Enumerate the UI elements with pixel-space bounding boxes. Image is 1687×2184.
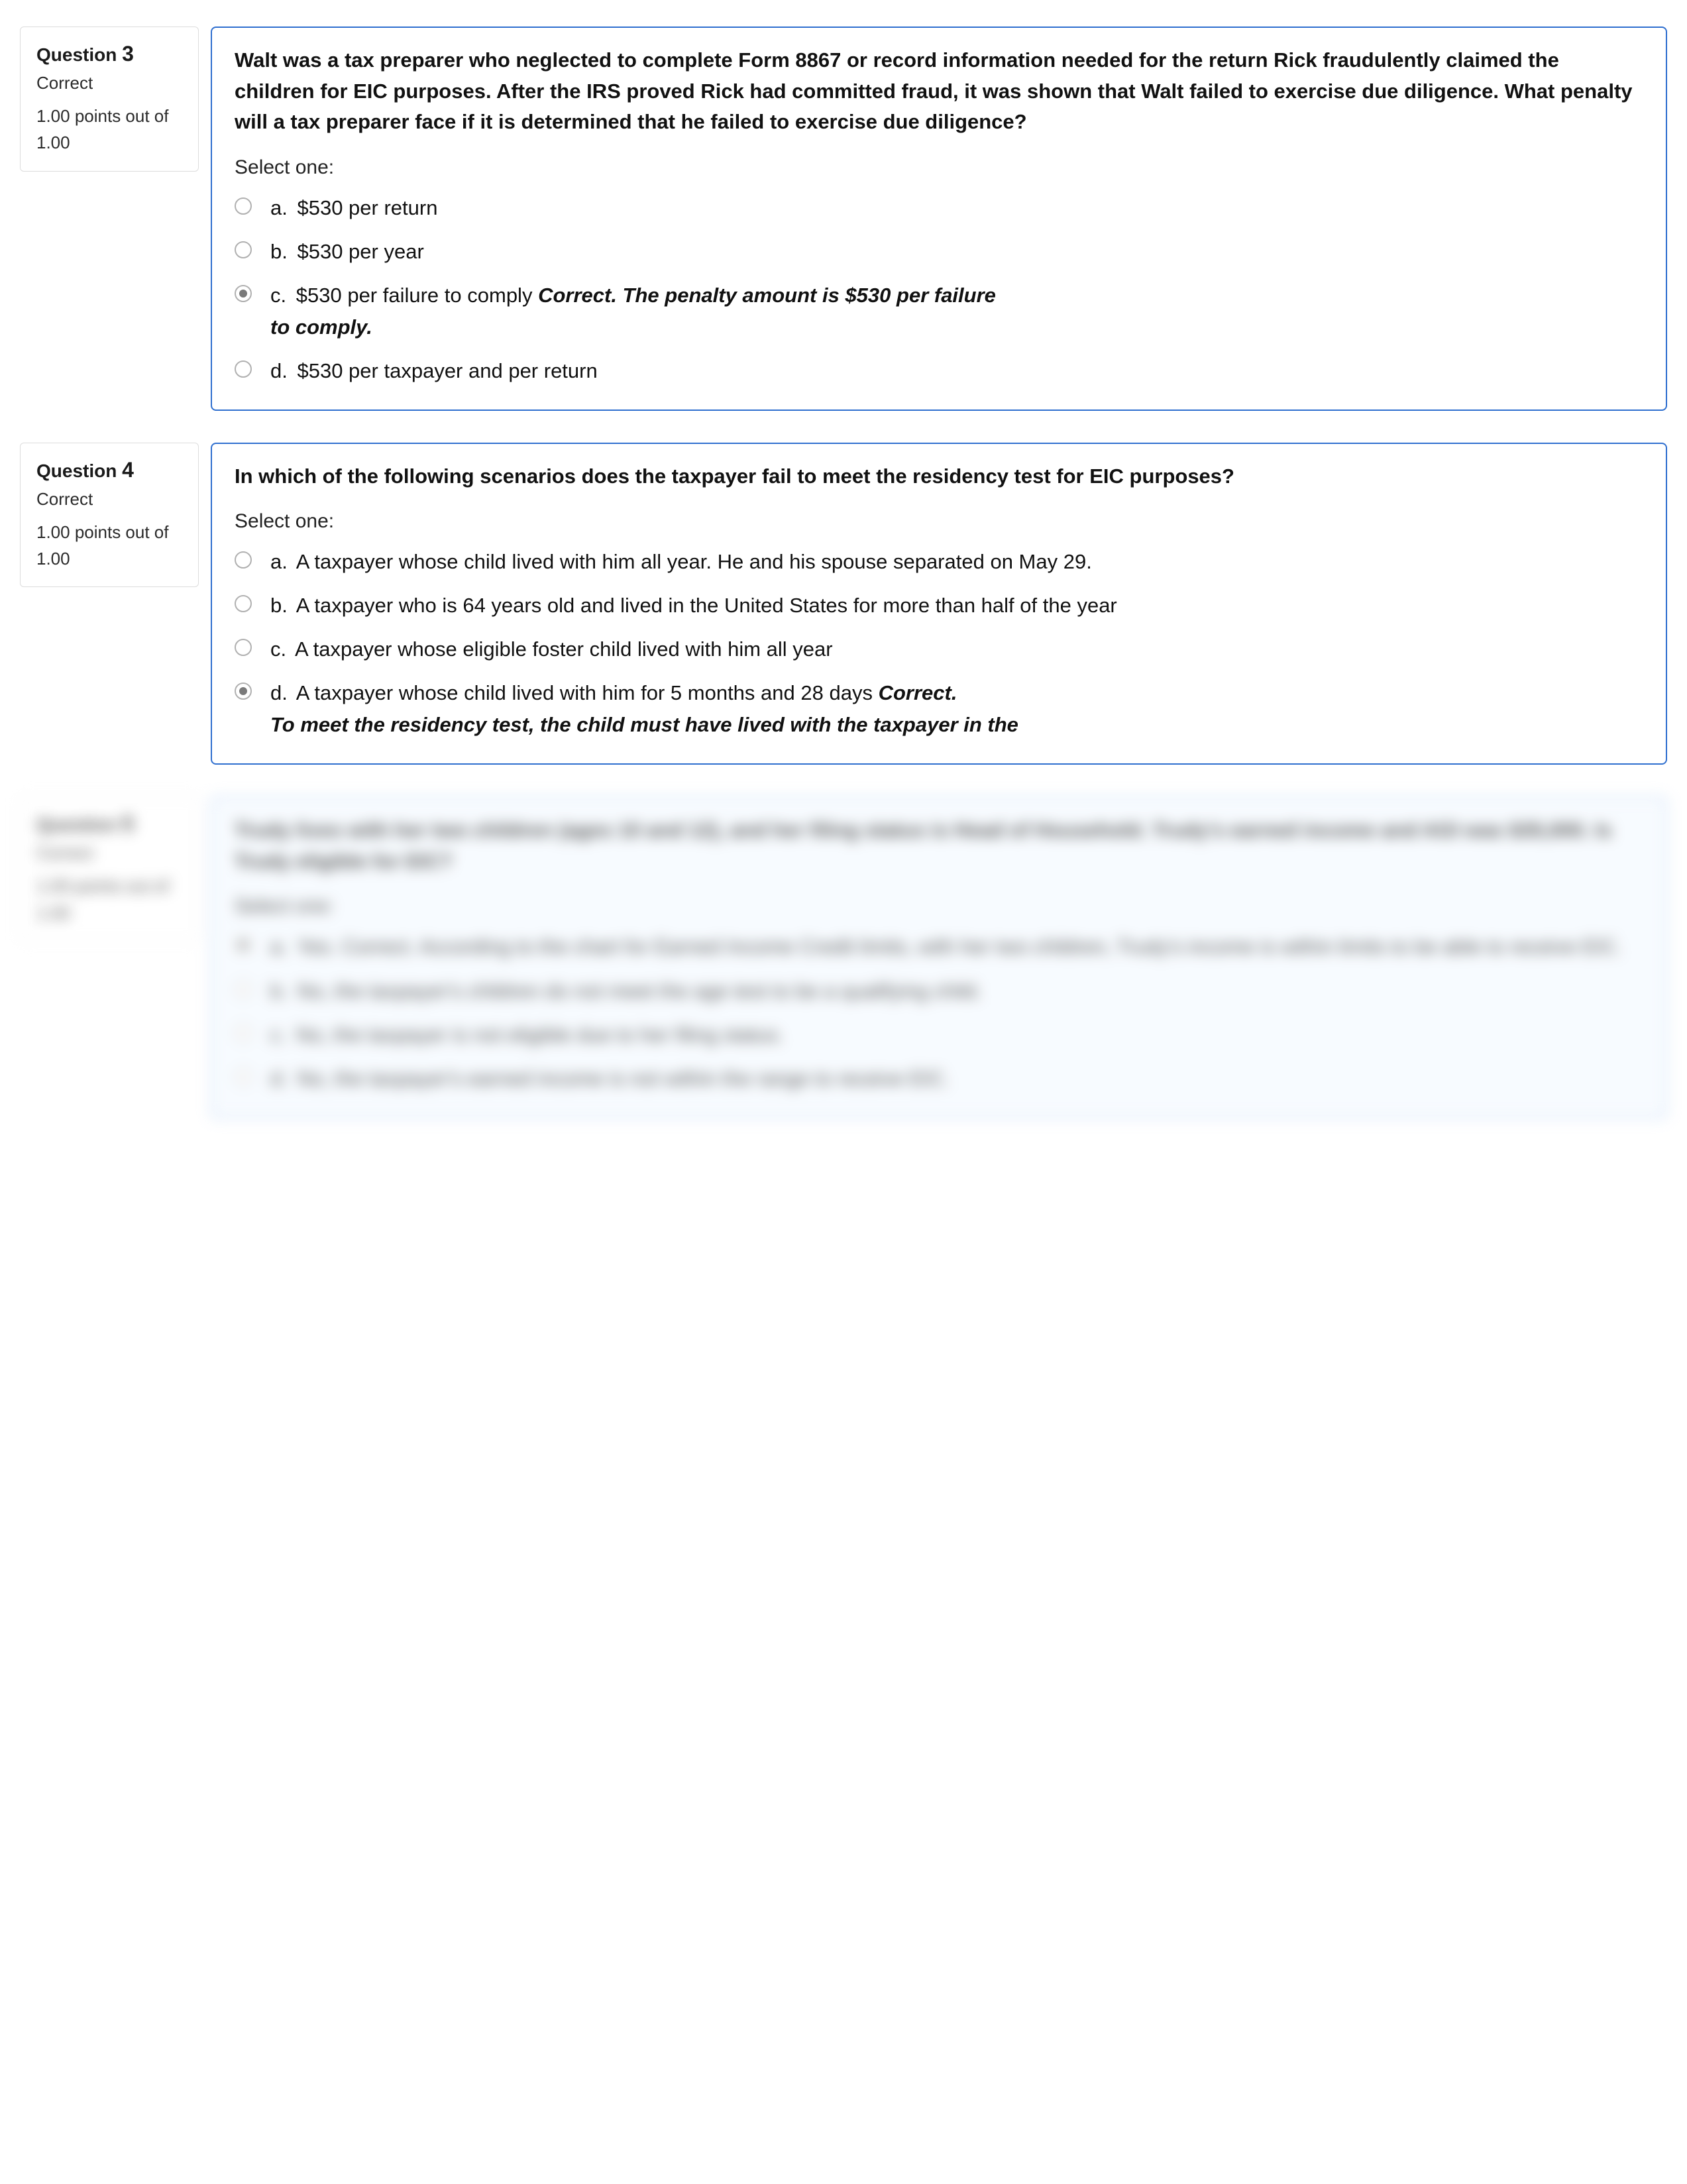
question-4-block: Question 4 Correct 1.00 points out of 1.… bbox=[20, 443, 1667, 765]
question-grade: 1.00 points out of 1.00 bbox=[36, 873, 182, 926]
answer-text: Yes. Correct. According to the chart for… bbox=[297, 935, 1622, 958]
answer-label: d. bbox=[270, 1067, 288, 1090]
answer-b[interactable]: b. $530 per year bbox=[235, 236, 1643, 268]
question-number-label: Question bbox=[36, 814, 117, 835]
answer-body: b. A taxpayer who is 64 years old and li… bbox=[270, 590, 1643, 622]
question-number-label: Question bbox=[36, 44, 117, 65]
answer-body: a. Yes. Correct. According to the chart … bbox=[270, 931, 1643, 963]
answer-text: A taxpayer whose child lived with him al… bbox=[296, 550, 1092, 573]
answer-a[interactable]: a. $530 per return bbox=[235, 192, 1643, 224]
question-number-value: 3 bbox=[122, 42, 134, 66]
answer-body: d. No, the taxpayer's earned income is n… bbox=[270, 1063, 1643, 1095]
question-stem: Walt was a tax preparer who neglected to… bbox=[235, 45, 1643, 138]
select-one-prompt: Select one: bbox=[235, 156, 1643, 179]
question-3-block: Question 3 Correct 1.00 points out of 1.… bbox=[20, 27, 1667, 411]
answer-text: A taxpayer whose child lived with him fo… bbox=[296, 681, 873, 704]
answer-list: a. $530 per return b. $530 per year c. $… bbox=[235, 192, 1643, 387]
question-info-panel: Question 3 Correct 1.00 points out of 1.… bbox=[20, 27, 199, 172]
answer-text: $530 per return bbox=[297, 196, 437, 219]
answer-feedback: Correct. bbox=[879, 681, 957, 704]
answer-b[interactable]: b. No, the taxpayer's children do not me… bbox=[235, 975, 1643, 1007]
question-number: Question 5 bbox=[36, 812, 182, 836]
question-state: Correct bbox=[36, 489, 182, 510]
answer-label: d. bbox=[270, 681, 288, 704]
question-state: Correct bbox=[36, 73, 182, 93]
answer-body: d. A taxpayer whose child lived with him… bbox=[270, 677, 1643, 741]
answer-a[interactable]: a. A taxpayer whose child lived with him… bbox=[235, 546, 1643, 578]
question-number-value: 4 bbox=[122, 458, 134, 482]
answer-d[interactable]: d. A taxpayer whose child lived with him… bbox=[235, 677, 1643, 741]
select-one-prompt: Select one: bbox=[235, 510, 1643, 533]
question-state: Correct bbox=[36, 843, 182, 863]
answer-text: $530 per year bbox=[297, 240, 423, 263]
answer-c[interactable]: c. $530 per failure to comply Correct. T… bbox=[235, 280, 1643, 343]
answer-body: a. $530 per return bbox=[270, 192, 1643, 224]
answer-body: b. $530 per year bbox=[270, 236, 1643, 268]
question-grade: 1.00 points out of 1.00 bbox=[36, 519, 182, 573]
answer-text: A taxpayer whose eligible foster child l… bbox=[295, 637, 833, 661]
answer-label: a. bbox=[270, 935, 288, 958]
radio-icon[interactable] bbox=[235, 595, 252, 612]
radio-icon[interactable] bbox=[235, 936, 252, 954]
radio-icon[interactable] bbox=[235, 285, 252, 302]
question-content-panel: Walt was a tax preparer who neglected to… bbox=[211, 27, 1667, 411]
answer-text: No, the taxpayer's children do not meet … bbox=[297, 979, 981, 1003]
question-number: Question 3 bbox=[36, 42, 182, 66]
answer-text: $530 per taxpayer and per return bbox=[297, 359, 597, 382]
answer-d[interactable]: d. No, the taxpayer's earned income is n… bbox=[235, 1063, 1643, 1095]
question-stem: In which of the following scenarios does… bbox=[235, 461, 1643, 492]
radio-icon[interactable] bbox=[235, 1068, 252, 1085]
answer-label: b. bbox=[270, 240, 288, 263]
question-number-label: Question bbox=[36, 461, 117, 481]
answer-c[interactable]: c. No, the taxpayer is not eligible due … bbox=[235, 1019, 1643, 1051]
answer-label: c. bbox=[270, 637, 286, 661]
answer-label: d. bbox=[270, 359, 288, 382]
answer-label: a. bbox=[270, 196, 288, 219]
answer-feedback-continued: To meet the residency test, the child mu… bbox=[270, 709, 1643, 741]
answer-text: No, the taxpayer is not eligible due to … bbox=[296, 1023, 784, 1046]
answer-a[interactable]: a. Yes. Correct. According to the chart … bbox=[235, 931, 1643, 963]
answer-text: $530 per failure to comply bbox=[296, 284, 533, 307]
question-grade: 1.00 points out of 1.00 bbox=[36, 103, 182, 156]
answer-label: a. bbox=[270, 550, 288, 573]
question-content-panel: In which of the following scenarios does… bbox=[211, 443, 1667, 765]
answer-b[interactable]: b. A taxpayer who is 64 years old and li… bbox=[235, 590, 1643, 622]
question-stem: Trudy lives with her two children (ages … bbox=[235, 815, 1643, 877]
radio-icon[interactable] bbox=[235, 241, 252, 258]
answer-body: c. A taxpayer whose eligible foster chil… bbox=[270, 633, 1643, 665]
radio-icon[interactable] bbox=[235, 639, 252, 656]
radio-icon[interactable] bbox=[235, 1024, 252, 1042]
question-content-panel: Trudy lives with her two children (ages … bbox=[211, 796, 1667, 1118]
question-5-block-blurred: Question 5 Correct 1.00 points out of 1.… bbox=[20, 796, 1667, 1118]
answer-feedback-continued: to comply. bbox=[270, 311, 1643, 343]
answer-body: c. $530 per failure to comply Correct. T… bbox=[270, 280, 1643, 343]
answer-list: a. Yes. Correct. According to the chart … bbox=[235, 931, 1643, 1094]
answer-label: b. bbox=[270, 979, 288, 1003]
question-info-panel: Question 4 Correct 1.00 points out of 1.… bbox=[20, 443, 199, 588]
radio-icon[interactable] bbox=[235, 197, 252, 215]
answer-list: a. A taxpayer whose child lived with him… bbox=[235, 546, 1643, 741]
radio-icon[interactable] bbox=[235, 360, 252, 378]
answer-label: c. bbox=[270, 1023, 286, 1046]
answer-label: b. bbox=[270, 594, 288, 617]
radio-icon[interactable] bbox=[235, 682, 252, 700]
answer-text: No, the taxpayer's earned income is not … bbox=[297, 1067, 950, 1090]
question-number: Question 4 bbox=[36, 458, 182, 482]
answer-body: a. A taxpayer whose child lived with him… bbox=[270, 546, 1643, 578]
question-number-value: 5 bbox=[122, 812, 134, 836]
radio-icon[interactable] bbox=[235, 551, 252, 569]
radio-icon[interactable] bbox=[235, 981, 252, 998]
answer-label: c. bbox=[270, 284, 286, 307]
answer-body: c. No, the taxpayer is not eligible due … bbox=[270, 1019, 1643, 1051]
question-info-panel: Question 5 Correct 1.00 points out of 1.… bbox=[20, 796, 199, 942]
answer-body: b. No, the taxpayer's children do not me… bbox=[270, 975, 1643, 1007]
answer-c[interactable]: c. A taxpayer whose eligible foster chil… bbox=[235, 633, 1643, 665]
answer-text: A taxpayer who is 64 years old and lived… bbox=[296, 594, 1117, 617]
answer-body: d. $530 per taxpayer and per return bbox=[270, 355, 1643, 387]
answer-d[interactable]: d. $530 per taxpayer and per return bbox=[235, 355, 1643, 387]
select-one-prompt: Select one: bbox=[235, 895, 1643, 918]
answer-feedback: Correct. The penalty amount is $530 per … bbox=[538, 284, 996, 307]
